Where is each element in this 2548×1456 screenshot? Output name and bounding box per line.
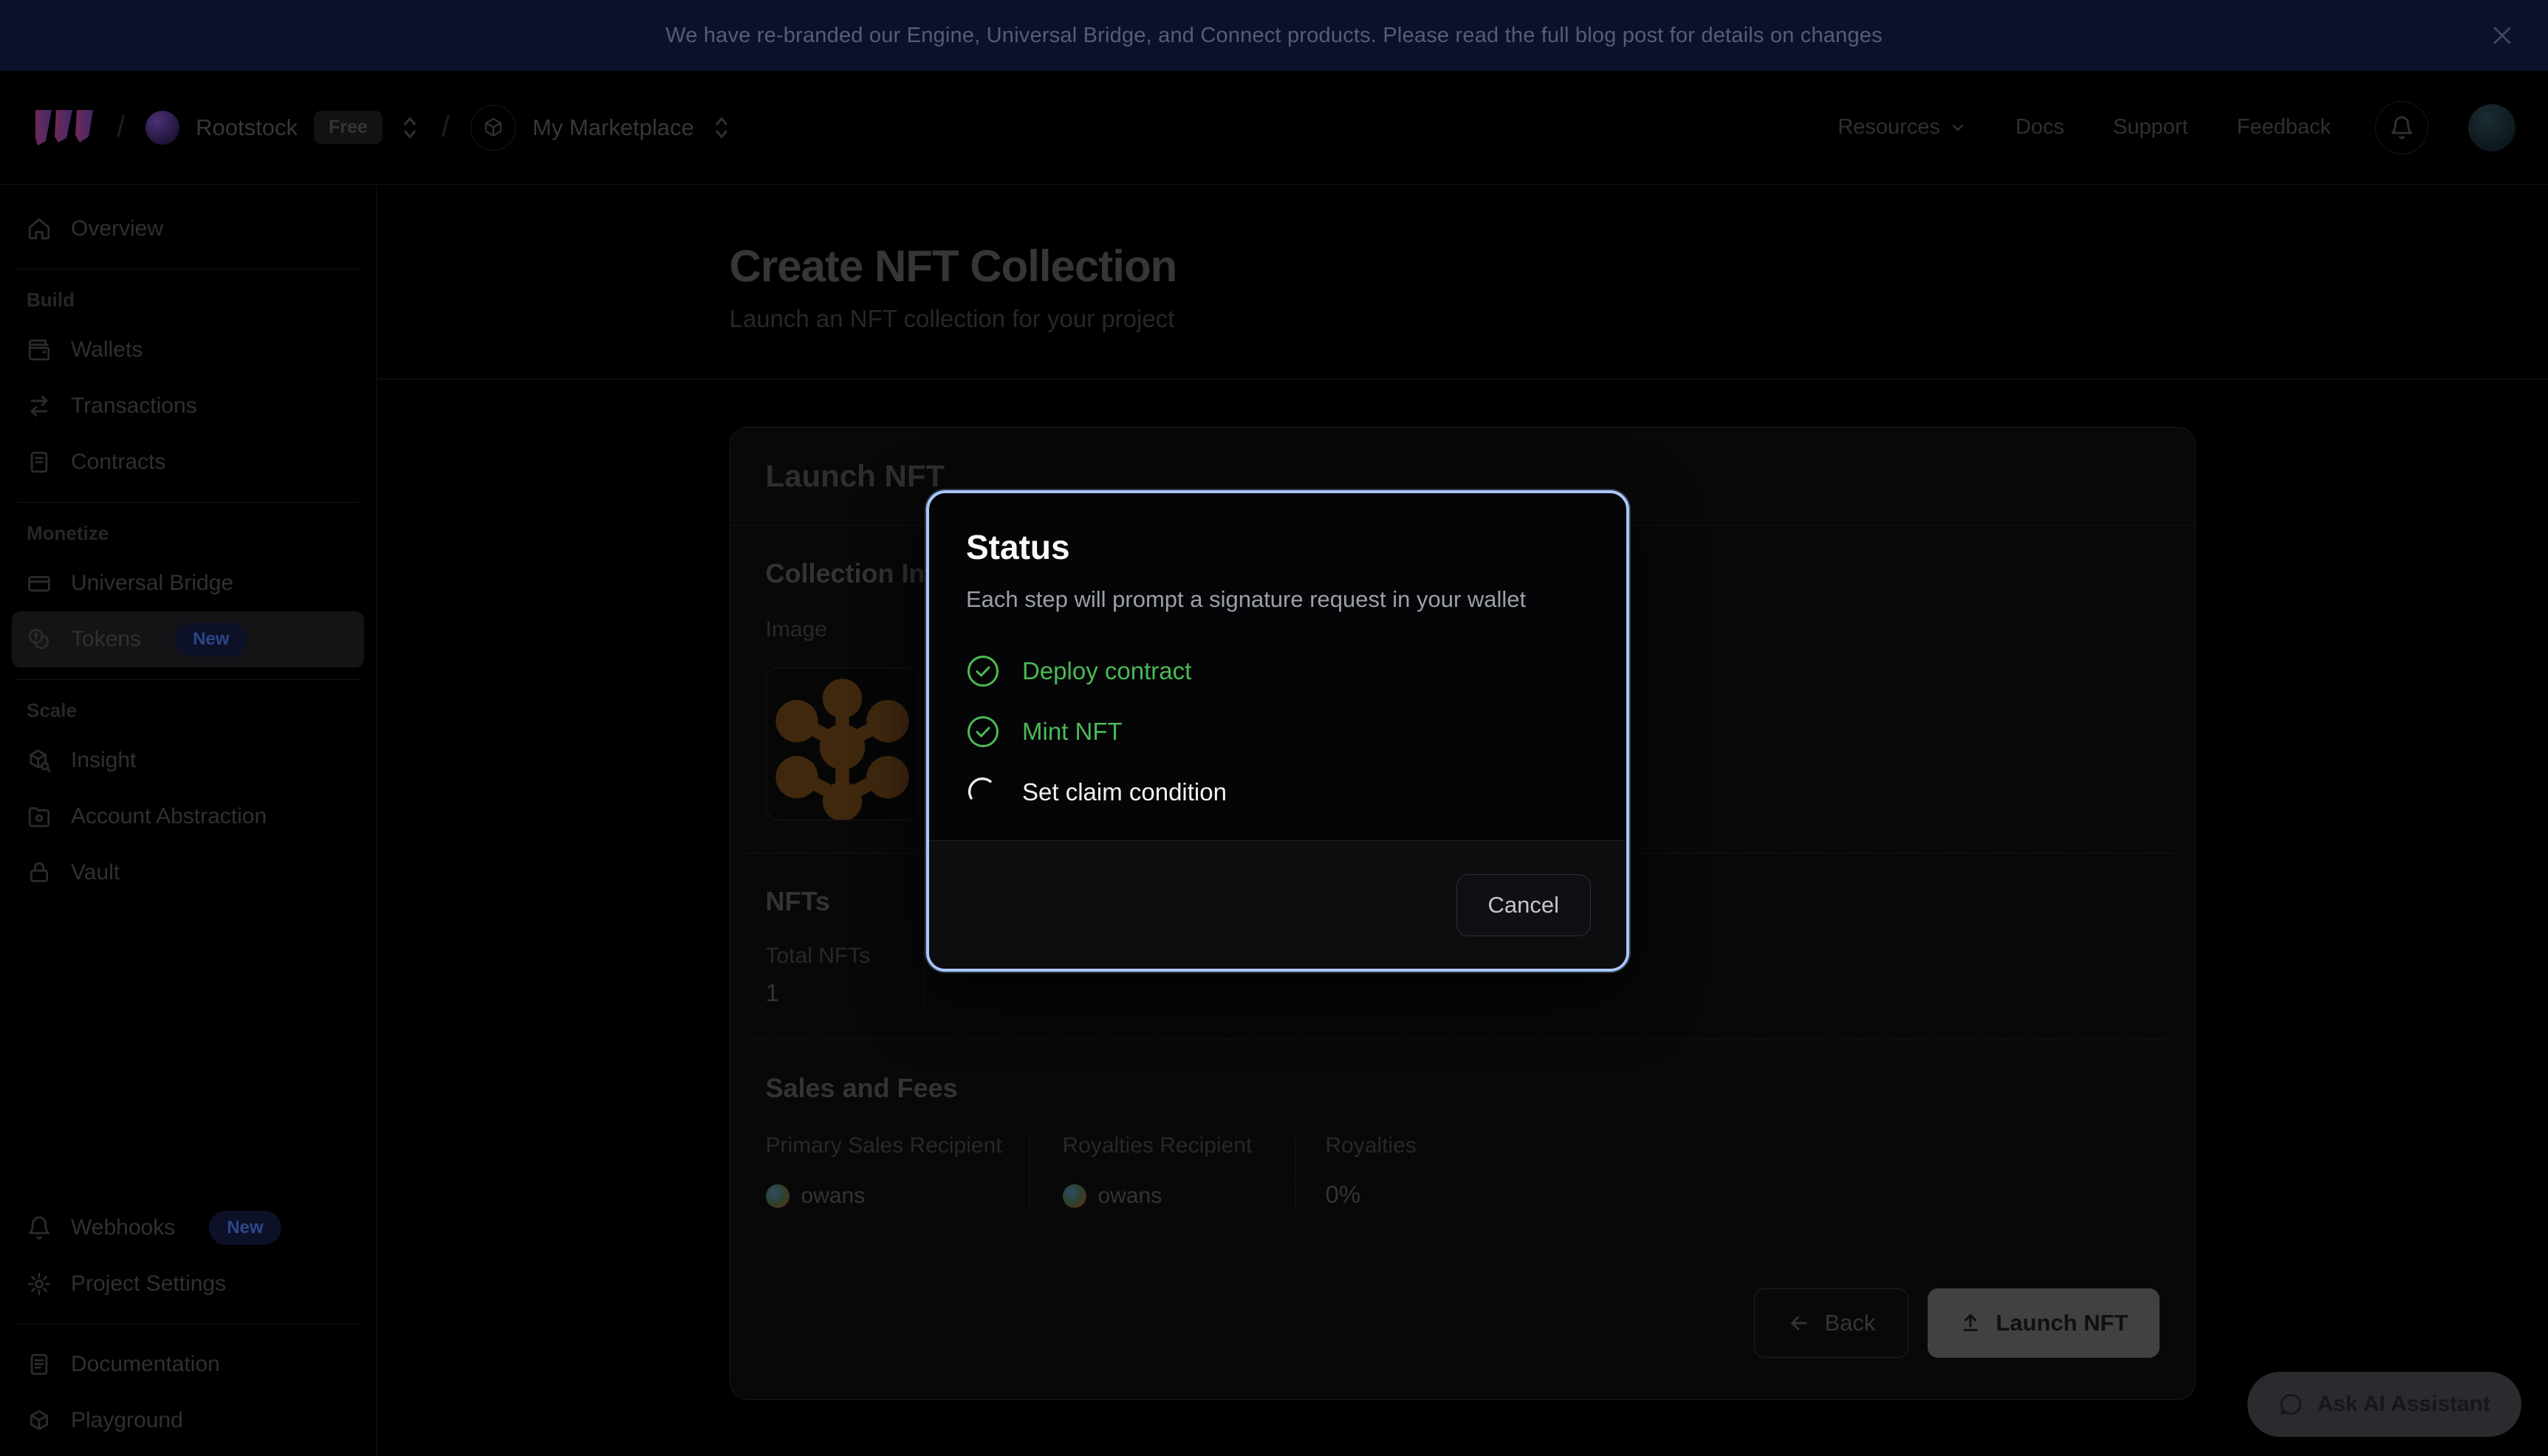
spinner-icon: [966, 775, 1000, 809]
modal-subtitle: Each step will prompt a signature reques…: [966, 586, 1589, 613]
modal-footer: Cancel: [929, 840, 1626, 969]
cancel-button[interactable]: Cancel: [1456, 874, 1592, 936]
check-circle-icon: [966, 654, 1000, 688]
step-label: Set claim condition: [1022, 778, 1227, 806]
step-deploy-contract: Deploy contract: [966, 654, 1589, 688]
status-modal: Status Each step will prompt a signature…: [926, 490, 1629, 972]
step-mint-nft: Mint NFT: [966, 715, 1589, 749]
step-label: Mint NFT: [1022, 718, 1123, 746]
step-label: Deploy contract: [1022, 657, 1191, 685]
step-set-claim-condition: Set claim condition: [966, 775, 1589, 809]
status-steps: Deploy contract Mint NFT Set claim condi…: [966, 654, 1589, 809]
modal-title: Status: [966, 527, 1589, 567]
check-circle-icon: [966, 715, 1000, 749]
